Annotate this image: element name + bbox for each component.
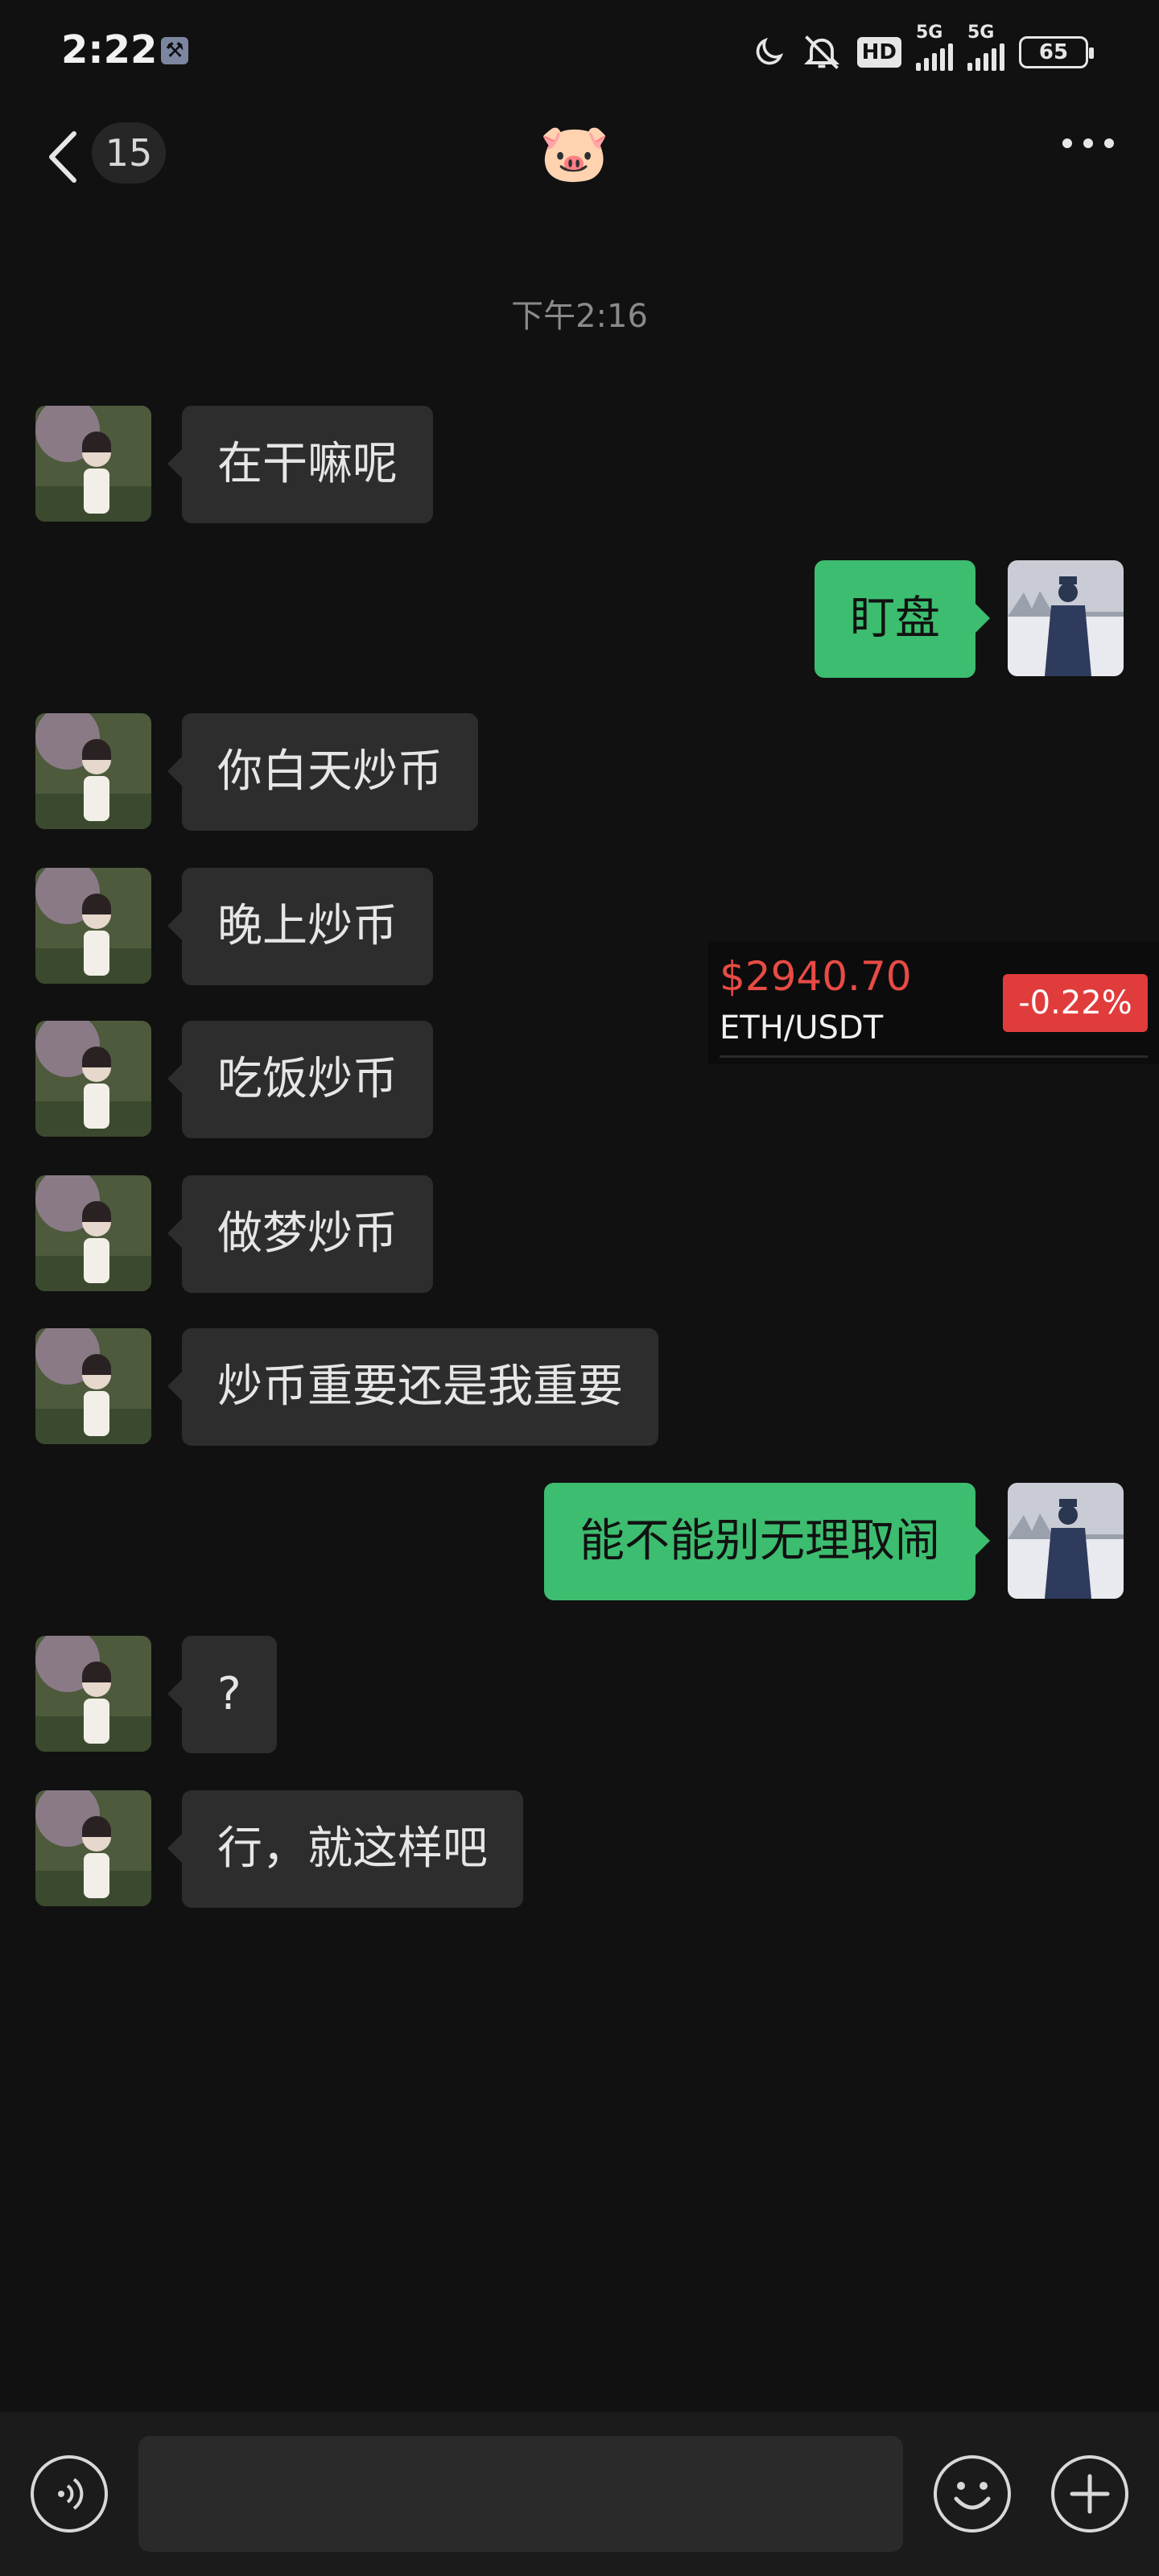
signal-2-icon: 5G [967,23,1004,71]
my-avatar[interactable] [1008,1483,1124,1599]
contact-avatar[interactable] [35,1636,151,1752]
incoming-message-bubble[interactable]: 在干嘛呢 [167,406,433,523]
contact-avatar[interactable] [35,713,151,829]
incoming-message-bubble[interactable]: 吃饭炒币 [167,1021,433,1138]
status-icons: HD 5G 5G 65 [751,23,1094,72]
message-row: 在干嘛呢 [0,406,1159,523]
outgoing-message-bubble[interactable]: 盯盘 [815,560,990,678]
contact-avatar[interactable] [35,1175,151,1291]
dot [1083,138,1093,148]
contact-avatar[interactable] [35,1021,151,1137]
smiley-icon [954,2482,991,2510]
chat-title: 🐷 [539,120,610,186]
ticker-divider [720,1055,1148,1058]
message-row: 能不能别无理取闹 [0,1483,1159,1600]
voice-icon [58,2478,84,2510]
dot [1104,138,1114,148]
emoji-button[interactable] [934,2455,1011,2533]
incoming-message-bubble[interactable]: 你白天炒币 [167,713,478,831]
input-bar [0,2412,1159,2576]
message-row: ? [0,1636,1159,1753]
network-1-label: 5G [916,23,943,43]
signal-1-icon: 5G [916,23,953,71]
message-input[interactable] [138,2436,903,2552]
more-actions-button[interactable] [1051,2455,1128,2533]
hd-badge: HD [856,37,901,68]
message-row: 你白天炒币 [0,713,1159,831]
plus-icon [1070,2474,1110,2514]
back-arrow-icon[interactable] [45,129,80,185]
message-row: 炒币重要还是我重要 [0,1328,1159,1446]
incoming-message-bubble[interactable]: 炒币重要还是我重要 [167,1328,658,1446]
incoming-message-bubble[interactable]: 晚上炒币 [167,868,433,985]
my-avatar[interactable] [1008,560,1124,676]
contact-avatar[interactable] [35,406,151,522]
message-row: 做梦炒币 [0,1175,1159,1293]
message-row: 行，就这样吧 [0,1790,1159,1908]
contact-avatar[interactable] [35,1328,151,1444]
battery-level: 65 [1038,40,1069,64]
ticker-pair: ETH/USDT [720,1009,884,1046]
network-2-label: 5G [967,23,995,43]
contact-avatar[interactable] [35,1790,151,1906]
price-ticker-widget[interactable]: $2940.70 ETH/USDT -0.22% [708,942,1159,1064]
outgoing-message-bubble[interactable]: 能不能别无理取闹 [544,1483,990,1600]
voice-input-button[interactable] [31,2455,108,2533]
ticker-price: $2940.70 [720,953,912,1000]
incoming-message-bubble[interactable]: 行，就这样吧 [167,1790,523,1908]
wrench-icon: ⚒ [161,37,188,64]
message-timestamp: 下午2:16 [511,298,648,335]
more-options-button[interactable] [1062,138,1114,148]
muted-bell-icon [803,35,839,69]
ticker-change-badge: -0.22% [1003,974,1148,1032]
status-bar: 2:22 ⚒ HD 5G 5G 65 [0,0,1159,105]
status-time: 2:22 [61,27,158,72]
incoming-message-bubble[interactable]: ? [167,1636,277,1753]
contact-avatar[interactable] [35,868,151,984]
battery-icon: 65 [1019,36,1094,68]
incoming-message-bubble[interactable]: 做梦炒币 [167,1175,433,1293]
dot [1062,138,1072,148]
unread-count-badge[interactable]: 15 [92,122,166,184]
message-row: 盯盘 [0,560,1159,678]
moon-icon [756,37,783,65]
